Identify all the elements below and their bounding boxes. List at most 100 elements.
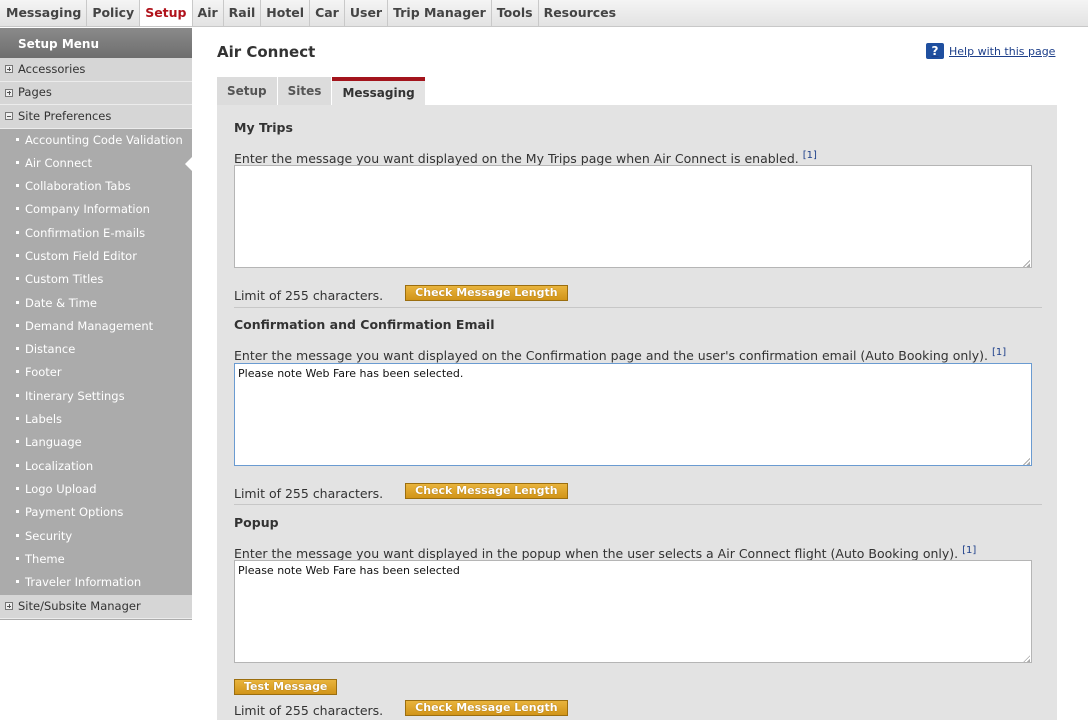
sidebar-header: Setup Menu — [0, 28, 192, 58]
nav-car[interactable]: Car — [310, 0, 345, 26]
sidebar-item-label: Company Information — [25, 202, 150, 217]
sidebar-item-accounting-code-validation[interactable]: Accounting Code Validation — [0, 129, 192, 152]
test-message-button[interactable]: Test Message — [234, 679, 338, 695]
bullet-icon — [16, 486, 19, 490]
sidebar-item-label: Collaboration Tabs — [25, 179, 131, 194]
sidebar-item-logo-upload[interactable]: Logo Upload — [0, 478, 192, 501]
confirmation-message-input[interactable]: Please note Web Fare has been selected. — [234, 363, 1032, 466]
sidebar-item-security[interactable]: Security — [0, 525, 192, 548]
sidebar-item-label: Demand Management — [25, 318, 154, 333]
bullet-icon — [16, 160, 19, 164]
sidebar-item-label: Footer — [25, 365, 62, 380]
nav-trip-manager[interactable]: Trip Manager — [388, 0, 492, 26]
limit-row: Limit of 255 characters. Check Message L… — [234, 282, 568, 303]
sidebar-item-labels[interactable]: Labels — [0, 408, 192, 431]
sidebar-item-label: Payment Options — [25, 505, 124, 520]
section-description: Enter the message you want displayed in … — [234, 545, 1042, 561]
nav-user[interactable]: User — [345, 0, 389, 26]
bullet-icon — [16, 440, 19, 444]
bullet-icon — [16, 230, 19, 234]
sidebar-item-footer[interactable]: Footer — [0, 361, 192, 384]
tab-setup[interactable]: Setup — [217, 77, 277, 105]
bullet-icon — [16, 417, 19, 421]
sidebar-item-label: Traveler Information — [25, 575, 142, 590]
limit-row: Limit of 255 characters. Check Message L… — [234, 480, 568, 501]
popup-section: Popup Enter the message you want display… — [234, 515, 1042, 718]
sidebar-category-accessories[interactable]: Accessories — [0, 58, 192, 82]
sidebar-item-demand-management[interactable]: Demand Management — [0, 315, 192, 338]
sidebar-category-label: Pages — [18, 85, 52, 100]
sidebar-item-custom-field-editor[interactable]: Custom Field Editor — [0, 245, 192, 268]
check-message-length-button[interactable]: Check Message Length — [405, 482, 568, 499]
bullet-icon — [16, 533, 19, 537]
sidebar-item-label: Confirmation E-mails — [25, 225, 146, 240]
section-description: Enter the message you want displayed on … — [234, 150, 1042, 166]
sidebar-item-language[interactable]: Language — [0, 431, 192, 454]
sidebar-item-date-time[interactable]: Date & Time — [0, 292, 192, 315]
sidebar-item-label: Custom Field Editor — [25, 248, 137, 263]
footnote-link[interactable]: [1] — [803, 150, 817, 161]
sidebar-item-company-information[interactable]: Company Information — [0, 198, 192, 221]
sidebar-category-pages[interactable]: Pages — [0, 81, 192, 105]
bullet-icon — [16, 207, 19, 211]
tab-bar: Setup Sites Messaging — [217, 77, 426, 105]
sidebar-item-air-connect[interactable]: Air Connect — [0, 152, 192, 175]
sidebar-category-site-subsite-manager[interactable]: Site/Subsite Manager — [0, 595, 192, 619]
sidebar-item-label: Itinerary Settings — [25, 388, 125, 403]
top-navigation: Messaging Policy Setup Air Rail Hotel Ca… — [0, 0, 1088, 27]
sidebar-item-itinerary-settings[interactable]: Itinerary Settings — [0, 385, 192, 408]
check-message-length-button[interactable]: Check Message Length — [405, 284, 568, 301]
limit-row: Limit of 255 characters. Check Message L… — [234, 697, 568, 718]
sidebar-item-payment-options[interactable]: Payment Options — [0, 501, 192, 524]
tab-sites[interactable]: Sites — [277, 77, 332, 105]
bullet-icon — [16, 393, 19, 397]
expand-icon — [5, 65, 13, 74]
bullet-icon — [16, 463, 19, 467]
sidebar-item-label: Labels — [25, 412, 63, 427]
sidebar-item-theme[interactable]: Theme — [0, 548, 192, 571]
resize-handle-icon[interactable] — [1023, 655, 1030, 662]
nav-messaging[interactable]: Messaging — [0, 0, 88, 26]
sidebar-category-label: Accessories — [18, 61, 86, 76]
limit-text: Limit of 255 characters. — [234, 288, 384, 303]
confirmation-section: Confirmation and Confirmation Email Ente… — [234, 317, 1042, 501]
section-divider — [234, 504, 1042, 505]
resize-handle-icon[interactable] — [1023, 260, 1030, 267]
tab-messaging[interactable]: Messaging — [332, 77, 425, 105]
collapse-icon — [5, 112, 13, 121]
resize-handle-icon[interactable] — [1023, 458, 1030, 465]
nav-air[interactable]: Air — [193, 0, 224, 26]
sidebar-item-collaboration-tabs[interactable]: Collaboration Tabs — [0, 175, 192, 198]
limit-text: Limit of 255 characters. — [234, 703, 384, 718]
sidebar-item-localization[interactable]: Localization — [0, 455, 192, 478]
nav-setup[interactable]: Setup — [140, 0, 193, 26]
nav-resources[interactable]: Resources — [539, 0, 622, 26]
sidebar-item-distance[interactable]: Distance — [0, 338, 192, 361]
expand-icon — [5, 602, 13, 611]
my-trips-message-input[interactable] — [234, 165, 1032, 268]
bullet-icon — [16, 556, 19, 560]
setup-sidebar: Setup Menu Accessories Pages Site Prefer… — [0, 28, 192, 620]
check-message-length-button[interactable]: Check Message Length — [405, 699, 568, 716]
section-title: My Trips — [234, 120, 293, 135]
sidebar-item-traveler-information[interactable]: Traveler Information — [0, 571, 192, 594]
sidebar-item-label: Distance — [25, 342, 76, 357]
bullet-icon — [16, 580, 19, 584]
description-text: Enter the message you want displayed in … — [234, 546, 959, 562]
sidebar-category-site-preferences[interactable]: Site Preferences — [0, 105, 192, 129]
nav-rail[interactable]: Rail — [224, 0, 262, 26]
page-title: Air Connect — [217, 43, 316, 61]
popup-message-input[interactable]: Please note Web Fare has been selected — [234, 560, 1032, 663]
bullet-icon — [16, 137, 19, 141]
footnote-link[interactable]: [1] — [962, 545, 976, 556]
sidebar-item-label: Security — [25, 528, 73, 543]
sidebar-item-custom-titles[interactable]: Custom Titles — [0, 268, 192, 291]
nav-tools[interactable]: Tools — [492, 0, 539, 26]
nav-hotel[interactable]: Hotel — [261, 0, 311, 26]
sidebar-item-confirmation-emails[interactable]: Confirmation E-mails — [0, 222, 192, 245]
help-link[interactable]: ? Help with this page — [926, 43, 1055, 59]
nav-policy[interactable]: Policy — [87, 0, 141, 26]
bullet-icon — [16, 370, 19, 374]
sidebar-item-label: Localization — [25, 458, 94, 473]
footnote-link[interactable]: [1] — [992, 347, 1006, 358]
